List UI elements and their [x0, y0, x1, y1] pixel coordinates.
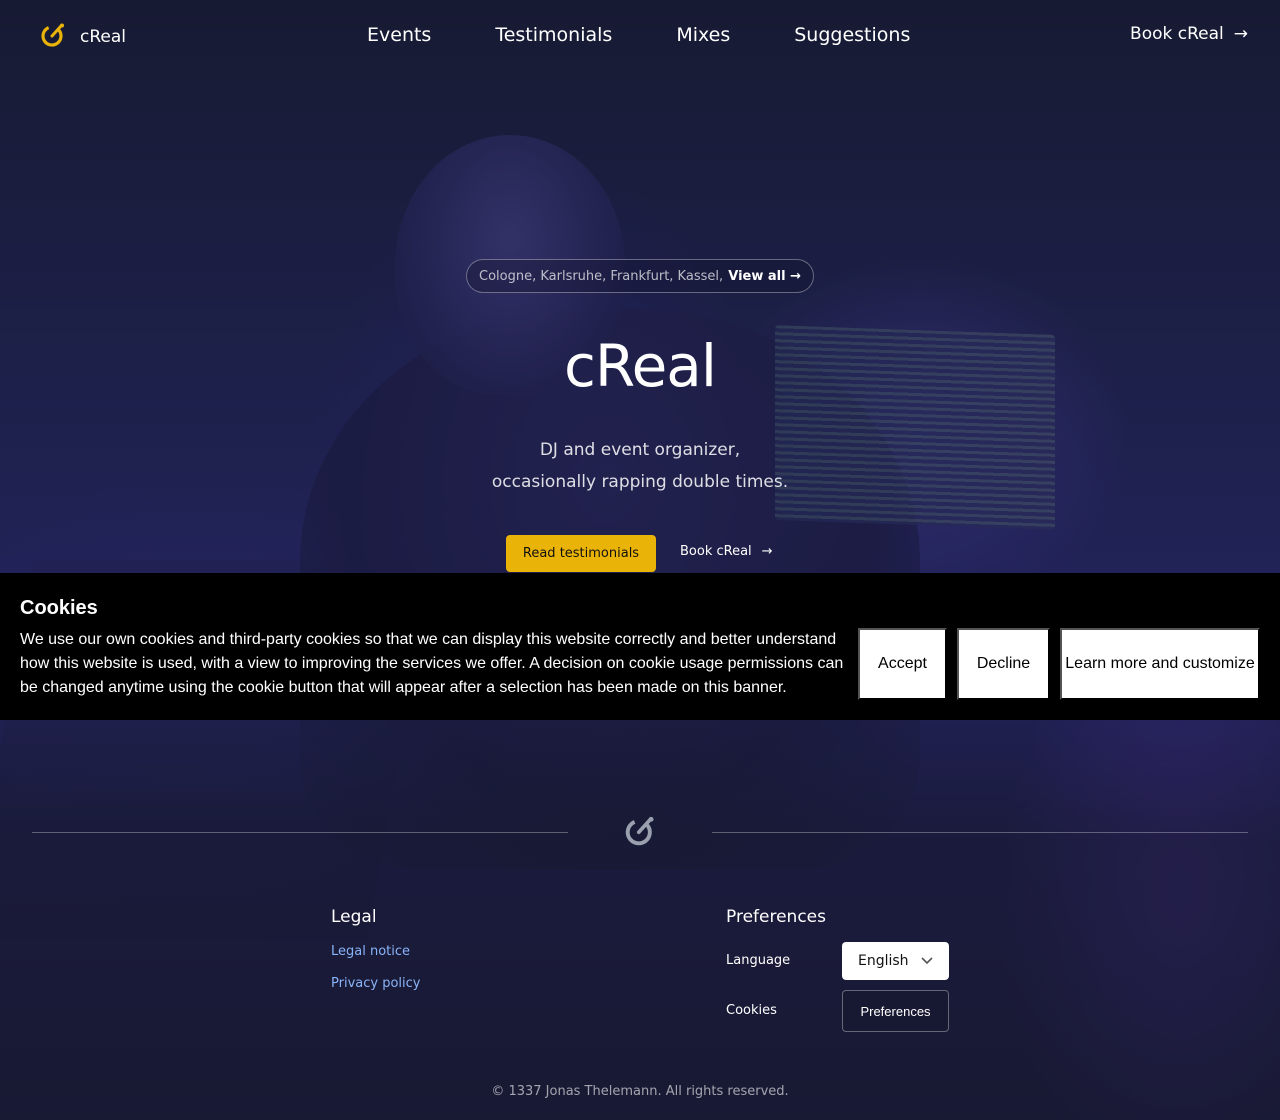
read-testimonials-button[interactable]: Read testimonials — [506, 535, 656, 572]
event-cities-pill: Cologne, Karlsruhe, Frankfurt, Kassel, ⋯… — [466, 259, 814, 293]
arrow-right-icon: → — [1233, 24, 1248, 44]
event-cities-list: Cologne, Karlsruhe, Frankfurt, Kassel, ⋯ — [479, 268, 723, 284]
copyright-text: © 1337 Jonas Thelemann. All rights reser… — [491, 1084, 789, 1099]
brand-name: cReal — [80, 27, 126, 47]
cookie-banner-title: Cookies — [20, 597, 98, 619]
cookie-accept-button[interactable]: Accept — [858, 628, 947, 700]
footer-divider-right — [712, 832, 1248, 833]
book-label: Book cReal — [1130, 24, 1224, 44]
legal-notice-link[interactable]: Legal notice — [331, 944, 410, 959]
cookie-banner: Cookies We use our own cookies and third… — [0, 573, 1280, 720]
main-nav: Events Testimonials Mixes Suggestions — [335, 24, 942, 46]
privacy-policy-link[interactable]: Privacy policy — [331, 976, 420, 991]
cookies-label: Cookies — [726, 1003, 777, 1018]
hero-subtitle-line-1: DJ and event organizer, — [539, 440, 741, 460]
footer-legal-title: Legal — [331, 907, 377, 927]
footer-logo-icon — [624, 815, 656, 851]
book-creal-hero-link[interactable]: Book cReal → — [680, 544, 773, 559]
nav-item-mixes[interactable]: Mixes — [644, 24, 762, 46]
hero-subtitle: DJ and event organizer, occasionally rap… — [0, 434, 1280, 498]
creal-logo-icon — [40, 22, 66, 52]
language-label: Language — [726, 953, 791, 968]
language-select-value: English — [858, 953, 909, 969]
cookie-learn-more-button[interactable]: Learn more and customize — [1060, 628, 1260, 700]
chevron-down-icon — [921, 953, 933, 969]
nav-item-events[interactable]: Events — [335, 24, 463, 46]
nav-item-suggestions[interactable]: Suggestions — [762, 24, 942, 46]
site-header: cReal Events Testimonials Mixes Suggesti… — [0, 0, 1280, 72]
hero-title: cReal — [564, 332, 717, 400]
hero-subtitle-line-2: occasionally rapping double times. — [491, 472, 789, 492]
book-creal-hero-label: Book cReal — [680, 544, 752, 559]
brand-home-link[interactable]: cReal — [40, 22, 126, 52]
arrow-right-icon: → — [761, 544, 773, 559]
view-all-events-link[interactable]: View all → — [728, 269, 801, 284]
language-select[interactable]: English — [842, 942, 949, 980]
footer-divider-left — [32, 832, 568, 833]
book-creal-header-link[interactable]: Book cReal → — [1130, 24, 1248, 44]
footer-preferences-title: Preferences — [726, 907, 826, 927]
cookie-decline-button[interactable]: Decline — [957, 628, 1050, 700]
cookie-preferences-button[interactable]: Preferences — [842, 990, 949, 1032]
cookie-banner-text: We use our own cookies and third-party c… — [20, 631, 844, 696]
nav-item-testimonials[interactable]: Testimonials — [463, 24, 644, 46]
